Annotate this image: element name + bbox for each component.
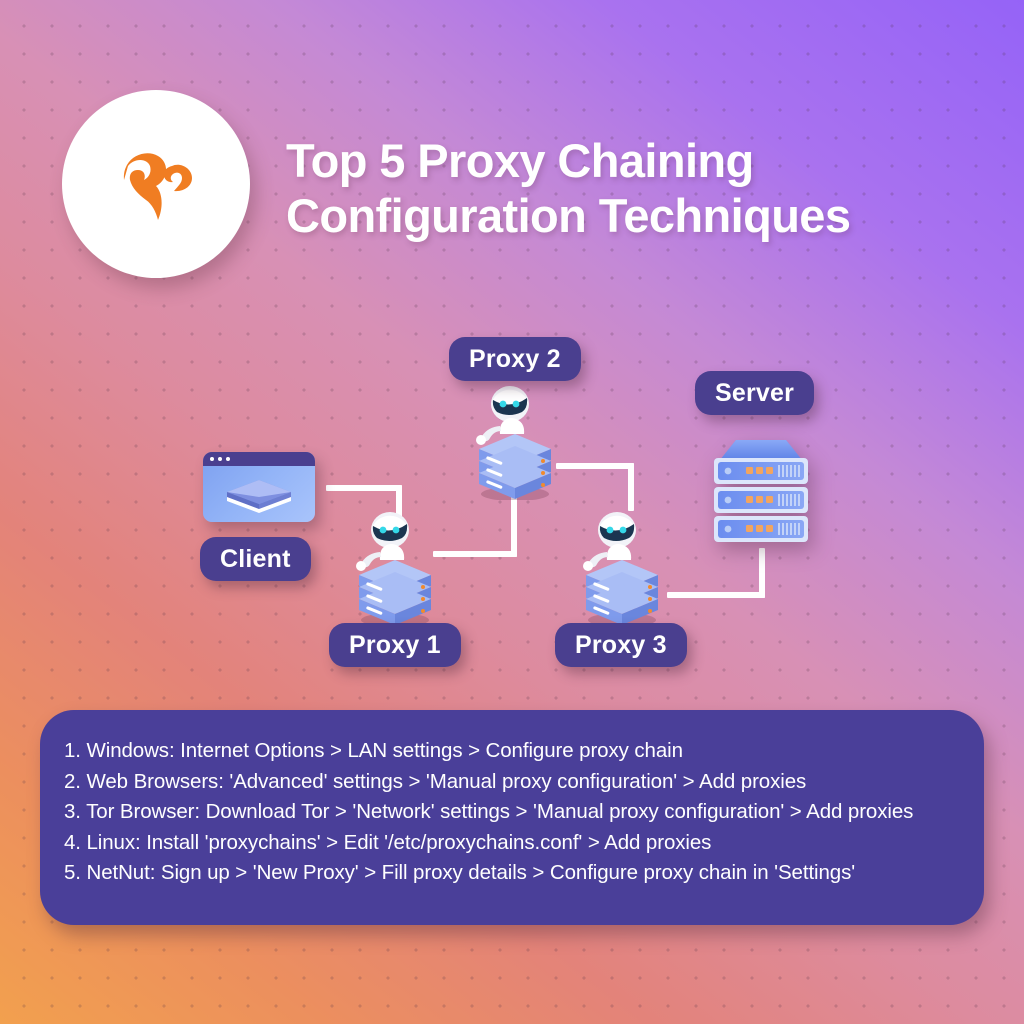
label-client: Client — [200, 537, 311, 581]
robot-on-server-stack-icon-proxy3 — [572, 508, 668, 627]
browser-window-icon — [203, 452, 315, 522]
browser-dot-2 — [218, 457, 222, 461]
server-rack-icon — [702, 428, 820, 546]
connector-proxy1-proxy2-horizontal — [433, 551, 517, 557]
list-item: 3. Tor Browser: Download Tor > 'Network'… — [64, 800, 914, 824]
list-item: 1. Windows: Internet Options > LAN setti… — [64, 739, 683, 762]
browser-titlebar — [203, 452, 315, 466]
connector-proxy2-proxy3-horizontal — [556, 463, 634, 469]
list-item: 4. Linux: Install 'proxychains' > Edit '… — [64, 830, 712, 854]
connector-client-proxy1-horizontal — [326, 485, 402, 491]
connector-proxy3-server-horizontal — [667, 592, 765, 598]
page-title: Top 5 Proxy Chaining Configuration Techn… — [286, 133, 986, 244]
label-client-text: Client — [220, 544, 291, 573]
title-line-1: Top 5 Proxy Chaining — [286, 134, 754, 187]
label-proxy1: Proxy 1 — [329, 623, 461, 667]
stacked-layers-icon — [227, 480, 291, 513]
title-line-2: Configuration Techniques — [286, 189, 851, 243]
label-proxy3: Proxy 3 — [555, 623, 687, 667]
robot-on-server-stack-icon-proxy1 — [345, 508, 441, 627]
browser-dot-3 — [226, 457, 230, 461]
steps-panel: 1. Windows: Internet Options > LAN setti… — [40, 710, 984, 925]
label-proxy2-text: Proxy 2 — [469, 344, 561, 373]
label-server: Server — [695, 371, 815, 415]
infographic-canvas: Top 5 Proxy Chaining Configuration Techn… — [0, 0, 1024, 1024]
browser-dot-1 — [210, 457, 214, 461]
netnut-squirrel-logo-icon — [123, 153, 192, 220]
label-proxy2: Proxy 2 — [449, 337, 581, 381]
brand-logo-circle — [62, 90, 250, 278]
browser-content — [203, 466, 315, 522]
connector-proxy2-proxy3-vertical — [628, 463, 634, 511]
label-proxy1-text: Proxy 1 — [349, 630, 441, 659]
robot-on-server-stack-icon-proxy2 — [465, 382, 561, 501]
connector-proxy3-server-vertical — [759, 548, 765, 598]
label-server-text: Server — [715, 378, 795, 407]
label-proxy3-text: Proxy 3 — [575, 630, 667, 659]
steps-list: 1. Windows: Internet Options > LAN setti… — [40, 710, 984, 889]
list-item: 5. NetNut: Sign up > 'New Proxy' > Fill … — [64, 861, 856, 885]
list-item: 2. Web Browsers: 'Advanced' settings > '… — [64, 769, 807, 793]
